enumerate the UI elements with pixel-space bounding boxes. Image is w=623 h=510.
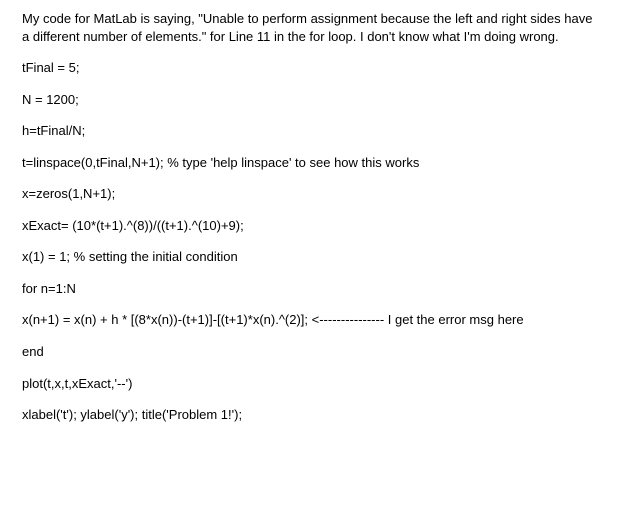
code-line: tFinal = 5;: [22, 59, 601, 77]
question-intro: My code for MatLab is saying, "Unable to…: [22, 10, 601, 45]
code-line: x=zeros(1,N+1);: [22, 185, 601, 203]
code-line: h=tFinal/N;: [22, 122, 601, 140]
code-line: x(1) = 1; % setting the initial conditio…: [22, 248, 601, 266]
code-line: for n=1:N: [22, 280, 601, 298]
code-line: plot(t,x,t,xExact,'--'): [22, 375, 601, 393]
code-line: x(n+1) = x(n) + h * [(8*x(n))-(t+1)]-[(t…: [22, 311, 601, 329]
code-line: xExact= (10*(t+1).^(8))/((t+1).^(10)+9);: [22, 217, 601, 235]
code-line: end: [22, 343, 601, 361]
code-line: t=linspace(0,tFinal,N+1); % type 'help l…: [22, 154, 601, 172]
code-line: xlabel('t'); ylabel('y'); title('Problem…: [22, 406, 601, 424]
code-block: tFinal = 5; N = 1200; h=tFinal/N; t=lins…: [22, 59, 601, 424]
code-line: N = 1200;: [22, 91, 601, 109]
